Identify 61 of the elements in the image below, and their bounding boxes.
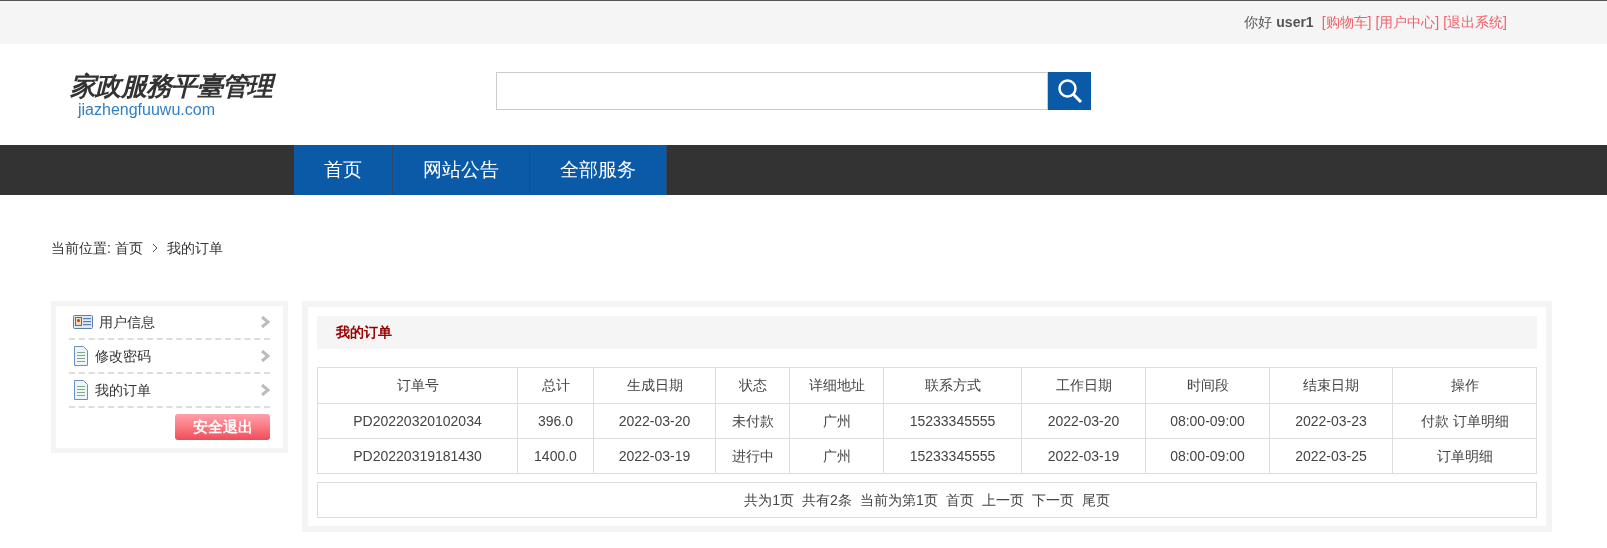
column-header: 生成日期 [593, 367, 716, 404]
column-header: 操作 [1392, 367, 1537, 404]
column-header: 状态 [715, 367, 790, 404]
pagination-info: 当前为第1页 [859, 490, 938, 510]
column-header: 详细地址 [789, 367, 884, 404]
table-cell: 15233345555 [883, 403, 1022, 439]
search-button[interactable] [1048, 71, 1091, 110]
table-cell: PD20220319181430 [317, 438, 518, 474]
chevron-right-icon [260, 316, 270, 328]
column-header: 结束日期 [1269, 367, 1393, 404]
chevron-right-icon [260, 384, 270, 396]
document-icon [73, 380, 89, 400]
column-header: 总计 [517, 367, 594, 404]
sidebar-item[interactable]: 我的订单 [69, 374, 270, 408]
column-header: 工作日期 [1021, 367, 1146, 404]
pagination-link[interactable]: 上一页 [981, 489, 1024, 511]
chevron-right-icon [260, 350, 270, 362]
nav-item[interactable]: 首页 [294, 145, 393, 195]
table-cell: 396.0 [517, 403, 594, 439]
table-cell: 2022-03-19 [1021, 438, 1146, 474]
pagination-link[interactable]: 尾页 [1081, 489, 1110, 511]
breadcrumb-label: 当前位置: [51, 238, 111, 258]
chevron-right-icon [150, 243, 159, 253]
action-link[interactable]: 付款 [1420, 412, 1449, 429]
search-icon [1056, 77, 1083, 104]
logo-domain: jiazhengfuuwu.com [78, 100, 215, 119]
column-header: 订单号 [317, 367, 518, 404]
panel-title: 我的订单 [336, 323, 392, 342]
sidebar-item[interactable]: 修改密码 [69, 340, 270, 374]
greeting-text: 你好 [1244, 13, 1273, 32]
action-link[interactable]: 订单明细 [1436, 447, 1493, 464]
table-cell: 进行中 [715, 438, 790, 474]
table-cell: 1400.0 [517, 438, 594, 474]
pagination-info: 共有2条 [802, 490, 852, 510]
table-cell: 2022-03-23 [1269, 403, 1393, 439]
sidebar-item[interactable]: 用户信息 [69, 306, 270, 340]
table-cell: 2022-03-20 [1021, 403, 1146, 439]
pagination-link[interactable]: 首页 [945, 489, 974, 511]
table-cell: 2022-03-25 [1269, 438, 1393, 474]
table-cell: PD20220320102034 [317, 403, 518, 439]
column-header: 联系方式 [883, 367, 1022, 404]
column-header: 时间段 [1145, 367, 1270, 404]
username: user1 [1276, 13, 1314, 32]
pagination-link[interactable]: 下一页 [1031, 489, 1074, 511]
nav-item[interactable]: 全部服务 [530, 145, 667, 195]
table-cell: 未付款 [715, 403, 790, 439]
table-cell: 2022-03-20 [593, 403, 716, 439]
search-field[interactable] [496, 71, 1048, 110]
nav-item[interactable]: 网站公告 [393, 145, 530, 195]
table-cell: 15233345555 [883, 438, 1022, 474]
table-cell: 08:00-09:00 [1145, 403, 1270, 439]
pagination-info: 共为1页 [744, 490, 795, 510]
table-cell: 广州 [789, 438, 884, 474]
breadcrumb-link[interactable]: 我的订单 [166, 237, 223, 259]
table-cell: 2022-03-19 [593, 438, 716, 474]
id-card-icon [73, 314, 93, 330]
breadcrumb-link[interactable]: 首页 [114, 237, 143, 259]
action-link[interactable]: 订单明细 [1452, 412, 1509, 429]
document-icon [73, 346, 89, 366]
table-cell: 08:00-09:00 [1145, 438, 1270, 474]
table-cell: 广州 [789, 403, 884, 439]
